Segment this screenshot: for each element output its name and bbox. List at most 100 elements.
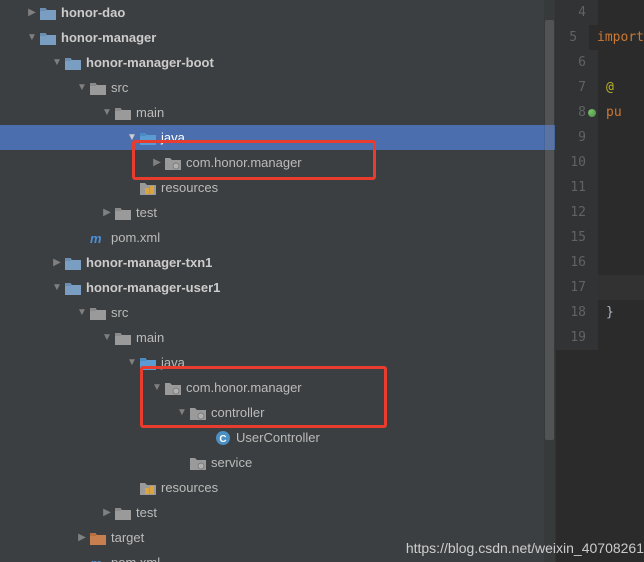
chevron-right-icon[interactable]: ▶ — [75, 532, 89, 543]
module-icon — [39, 5, 57, 21]
chevron-down-icon[interactable]: ▼ — [50, 57, 64, 68]
tree-row[interactable]: ▼ main — [0, 325, 555, 350]
code-line[interactable]: 4 — [556, 0, 644, 25]
tree-item-label: target — [111, 530, 144, 545]
line-number: 9 — [556, 125, 598, 150]
tree-scrollbar[interactable] — [544, 0, 555, 562]
source-folder-icon — [139, 355, 157, 371]
tree-item-label: src — [111, 80, 128, 95]
chevron-down-icon[interactable]: ▼ — [100, 332, 114, 343]
folder-icon — [89, 80, 107, 96]
chevron-right-icon[interactable]: ▶ — [100, 207, 114, 218]
tree-item-label: main — [136, 105, 164, 120]
line-number: 17 — [556, 275, 598, 300]
tree-row[interactable]: CUserController — [0, 425, 555, 450]
folder-icon — [114, 205, 132, 221]
tree-row[interactable]: resources — [0, 175, 555, 200]
resource-folder-icon — [139, 180, 157, 196]
gutter-run-icon[interactable] — [588, 109, 596, 117]
code-line[interactable]: 15 — [556, 225, 644, 250]
code-line[interactable]: 17 — [556, 275, 644, 300]
line-number: 11 — [556, 175, 598, 200]
package-icon — [164, 380, 182, 396]
chevron-right-icon[interactable]: ▶ — [100, 507, 114, 518]
chevron-down-icon[interactable]: ▼ — [25, 32, 39, 43]
tree-row[interactable]: ▼ main — [0, 100, 555, 125]
line-number: 8 — [556, 100, 598, 125]
tree-item-label: honor-manager — [61, 30, 156, 45]
tree-row[interactable]: ▶test — [0, 500, 555, 525]
chevron-down-icon[interactable]: ▼ — [75, 307, 89, 318]
editor-panel[interactable]: 45import67@8pu910111215161718}19 — [555, 0, 644, 562]
tree-row[interactable]: ▼honor-manager-boot — [0, 50, 555, 75]
tree-item-label: resources — [161, 480, 218, 495]
tree-row[interactable]: ▼honor-manager-user1 — [0, 275, 555, 300]
code-line[interactable]: 5import — [556, 25, 644, 50]
chevron-down-icon[interactable]: ▼ — [175, 407, 189, 418]
maven-icon: m — [89, 230, 107, 246]
tree-row[interactable]: ▼ honor-manager — [0, 25, 555, 50]
code-line[interactable]: 19 — [556, 325, 644, 350]
excluded-folder-icon — [89, 530, 107, 546]
folder-icon — [114, 505, 132, 521]
code-line[interactable]: 8pu — [556, 100, 644, 125]
tree-row[interactable]: ▶honor-manager-txn1 — [0, 250, 555, 275]
tree-item-label: pom.xml — [111, 230, 160, 245]
tree-row[interactable]: ▶honor-dao — [0, 0, 555, 25]
line-number: 19 — [556, 325, 598, 350]
chevron-down-icon[interactable]: ▼ — [150, 382, 164, 393]
tree-row[interactable]: ▼com.honor.manager — [0, 375, 555, 400]
code-line[interactable]: 12 — [556, 200, 644, 225]
chevron-down-icon[interactable]: ▼ — [100, 107, 114, 118]
code-line[interactable]: 10 — [556, 150, 644, 175]
code-line[interactable]: 9 — [556, 125, 644, 150]
tree-scrollbar-thumb[interactable] — [545, 20, 554, 440]
package-icon — [189, 405, 207, 421]
line-number: 5 — [556, 25, 589, 50]
tree-row[interactable]: resources — [0, 475, 555, 500]
svg-text:C: C — [219, 434, 226, 445]
project-tree-panel[interactable]: ▶honor-dao ▼ honor-manager ▼honor-manager-b… — [0, 0, 555, 562]
tree-item-label: com.honor.manager — [186, 155, 302, 170]
chevron-down-icon[interactable]: ▼ — [75, 82, 89, 93]
line-number: 6 — [556, 50, 598, 75]
tree-row[interactable]: m pom.xml — [0, 225, 555, 250]
tree-row[interactable]: ▼ controller — [0, 400, 555, 425]
tree-row[interactable]: service — [0, 450, 555, 475]
tree-row[interactable]: ▼ src — [0, 75, 555, 100]
tree-item-label: resources — [161, 180, 218, 195]
chevron-right-icon[interactable]: ▶ — [50, 257, 64, 268]
module-icon — [64, 255, 82, 271]
svg-text:m: m — [90, 231, 102, 245]
code-line[interactable]: 11 — [556, 175, 644, 200]
tree-item-label: java — [161, 355, 185, 370]
tree-row[interactable]: ▶ target — [0, 525, 555, 550]
tree-row[interactable]: ▼src — [0, 300, 555, 325]
chevron-down-icon[interactable]: ▼ — [50, 282, 64, 293]
chevron-right-icon[interactable]: ▶ — [25, 7, 39, 18]
tree-item-label: controller — [211, 405, 264, 420]
tree-row[interactable]: ▼ java — [0, 125, 555, 150]
tree-item-label: java — [161, 130, 185, 145]
code-line[interactable]: 18} — [556, 300, 644, 325]
tree-row[interactable]: mpom.xml — [0, 550, 555, 562]
code-line[interactable]: 6 — [556, 50, 644, 75]
code-text: } — [598, 305, 614, 320]
folder-icon — [89, 305, 107, 321]
line-number: 15 — [556, 225, 598, 250]
tree-item-label: main — [136, 330, 164, 345]
module-icon — [39, 30, 57, 46]
tree-row[interactable]: ▼ java — [0, 350, 555, 375]
tree-row[interactable]: ▶ com.honor.manager — [0, 150, 555, 175]
code-line[interactable]: 7@ — [556, 75, 644, 100]
code-text: import — [589, 30, 644, 45]
module-icon — [64, 55, 82, 71]
chevron-down-icon[interactable]: ▼ — [125, 132, 139, 143]
chevron-right-icon[interactable]: ▶ — [150, 157, 164, 168]
chevron-down-icon[interactable]: ▼ — [125, 357, 139, 368]
class-icon: C — [214, 430, 232, 446]
tree-row[interactable]: ▶test — [0, 200, 555, 225]
code-line[interactable]: 16 — [556, 250, 644, 275]
folder-icon — [114, 330, 132, 346]
line-number: 10 — [556, 150, 598, 175]
